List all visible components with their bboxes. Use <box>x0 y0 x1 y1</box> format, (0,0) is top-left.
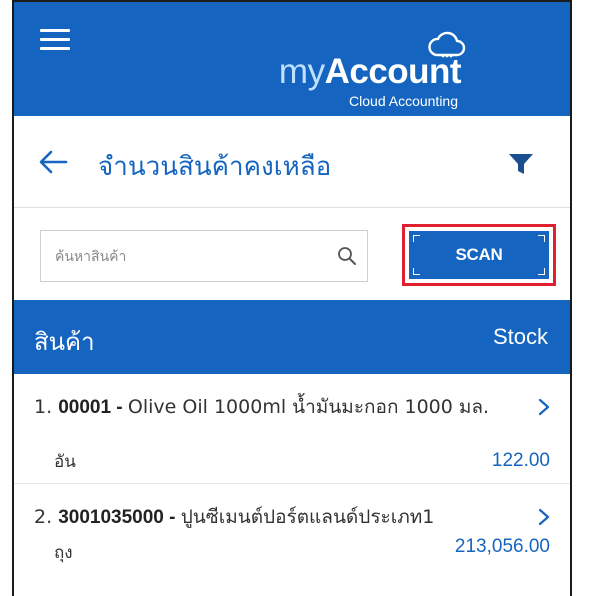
product-index: 2. <box>34 506 53 528</box>
search-box <box>40 230 368 283</box>
app-bar: myAccount Cloud Accounting <box>14 2 570 116</box>
stock-quantity: 213,056.00 <box>454 536 550 557</box>
scan-button-label: SCAN <box>455 245 503 264</box>
code-separator: - <box>163 507 181 528</box>
logo-prefix: my <box>278 52 325 91</box>
chevron-right-icon[interactable] <box>538 508 550 526</box>
search-icon[interactable] <box>337 246 357 266</box>
scan-highlight-box: SCAN <box>402 224 556 286</box>
hamburger-icon[interactable] <box>40 29 70 51</box>
scan-button[interactable]: SCAN <box>409 231 549 279</box>
page-title: จำนวนสินค้าคงเหลือ <box>98 152 332 182</box>
product-code: 3001035000 <box>58 507 164 528</box>
app-logo: myAccount Cloud Accounting <box>270 28 470 114</box>
product-description: 2. 3001035000 - ปูนซีเมนต์ปอร์ตแลนด์ประเ… <box>34 504 504 531</box>
product-name: Olive Oil 1000ml น้ำมันมะกอก 1000 มล. <box>127 396 490 418</box>
column-header-stock: Stock <box>492 324 548 349</box>
table-row[interactable]: 2. 3001035000 - ปูนซีเมนต์ปอร์ตแลนด์ประเ… <box>14 484 570 596</box>
search-input[interactable] <box>41 231 327 283</box>
table-row[interactable]: 1. 00001 - Olive Oil 1000ml น้ำมันมะกอก … <box>14 374 570 484</box>
chevron-right-icon[interactable] <box>538 398 550 416</box>
scan-corner-bl <box>413 268 420 275</box>
app-frame: myAccount Cloud Accounting จำนวนสินค้าคง… <box>12 0 572 596</box>
logo-main-text: Account <box>324 52 462 91</box>
code-separator: - <box>111 397 128 418</box>
product-index: 1. <box>34 396 53 418</box>
product-name: ปูนซีเมนต์ปอร์ตแลนด์ประเภท1 <box>180 506 435 528</box>
filter-icon[interactable] <box>508 152 534 176</box>
product-unit: ถุง <box>54 543 73 563</box>
scan-corner-tl <box>413 235 420 242</box>
stock-quantity: 122.00 <box>491 450 550 471</box>
page-header: จำนวนสินค้าคงเหลือ <box>14 116 570 208</box>
table-header: สินค้า Stock <box>14 300 570 374</box>
product-unit: อัน <box>54 452 76 472</box>
logo-subtitle: Cloud Accounting <box>349 93 458 109</box>
scan-corner-br <box>538 268 545 275</box>
logo-wordmark: myAccount <box>270 52 470 92</box>
product-code: 00001 <box>58 397 112 418</box>
product-description: 1. 00001 - Olive Oil 1000ml น้ำมันมะกอก … <box>34 394 504 421</box>
back-arrow-icon[interactable] <box>38 149 68 175</box>
column-header-product: สินค้า <box>34 328 95 356</box>
scan-corner-tr <box>538 235 545 242</box>
